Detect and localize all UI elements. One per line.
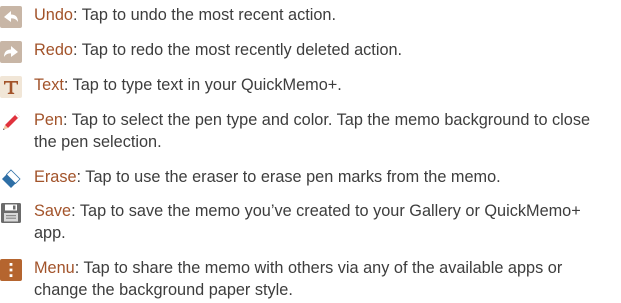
item-description: : Tap to share the memo with others via … [34, 259, 563, 299]
pen-icon [0, 111, 22, 133]
item-description: : Tap to type text in your QuickMemo+. [63, 76, 342, 94]
text-icon [0, 76, 22, 98]
item-text: Pen: Tap to select the pen type and colo… [34, 109, 614, 153]
menu-icon [0, 259, 22, 281]
item-description: : Tap to select the pen type and color. … [34, 111, 591, 151]
item-term: Pen [34, 111, 63, 129]
item-term: Erase [34, 168, 77, 186]
item-text: Menu: Tap to share the memo with others … [34, 257, 614, 301]
undo-icon [0, 6, 22, 28]
item-term: Redo [34, 41, 73, 59]
item-description: : Tap to redo the most recently deleted … [72, 41, 403, 59]
item-text: Redo: Tap to redo the most recently dele… [34, 39, 614, 61]
item-description: : Tap to save the memo you’ve created to… [34, 202, 581, 242]
item-text: Undo: Tap to undo the most recent action… [34, 4, 614, 26]
item-term: Text [34, 76, 64, 94]
item-term: Save [34, 202, 72, 220]
item-term: Undo [34, 6, 73, 24]
redo-icon [0, 41, 22, 63]
eraser-icon [0, 168, 22, 190]
item-description: : Tap to use the eraser to erase pen mar… [76, 168, 501, 186]
item-text: Erase: Tap to use the eraser to erase pe… [34, 166, 614, 188]
item-text: Text: Tap to type text in your QuickMemo… [34, 74, 614, 96]
item-description: : Tap to undo the most recent action. [72, 6, 337, 24]
item-term: Menu [34, 259, 75, 277]
save-icon [0, 202, 22, 224]
item-text: Save: Tap to save the memo you’ve create… [34, 200, 614, 244]
